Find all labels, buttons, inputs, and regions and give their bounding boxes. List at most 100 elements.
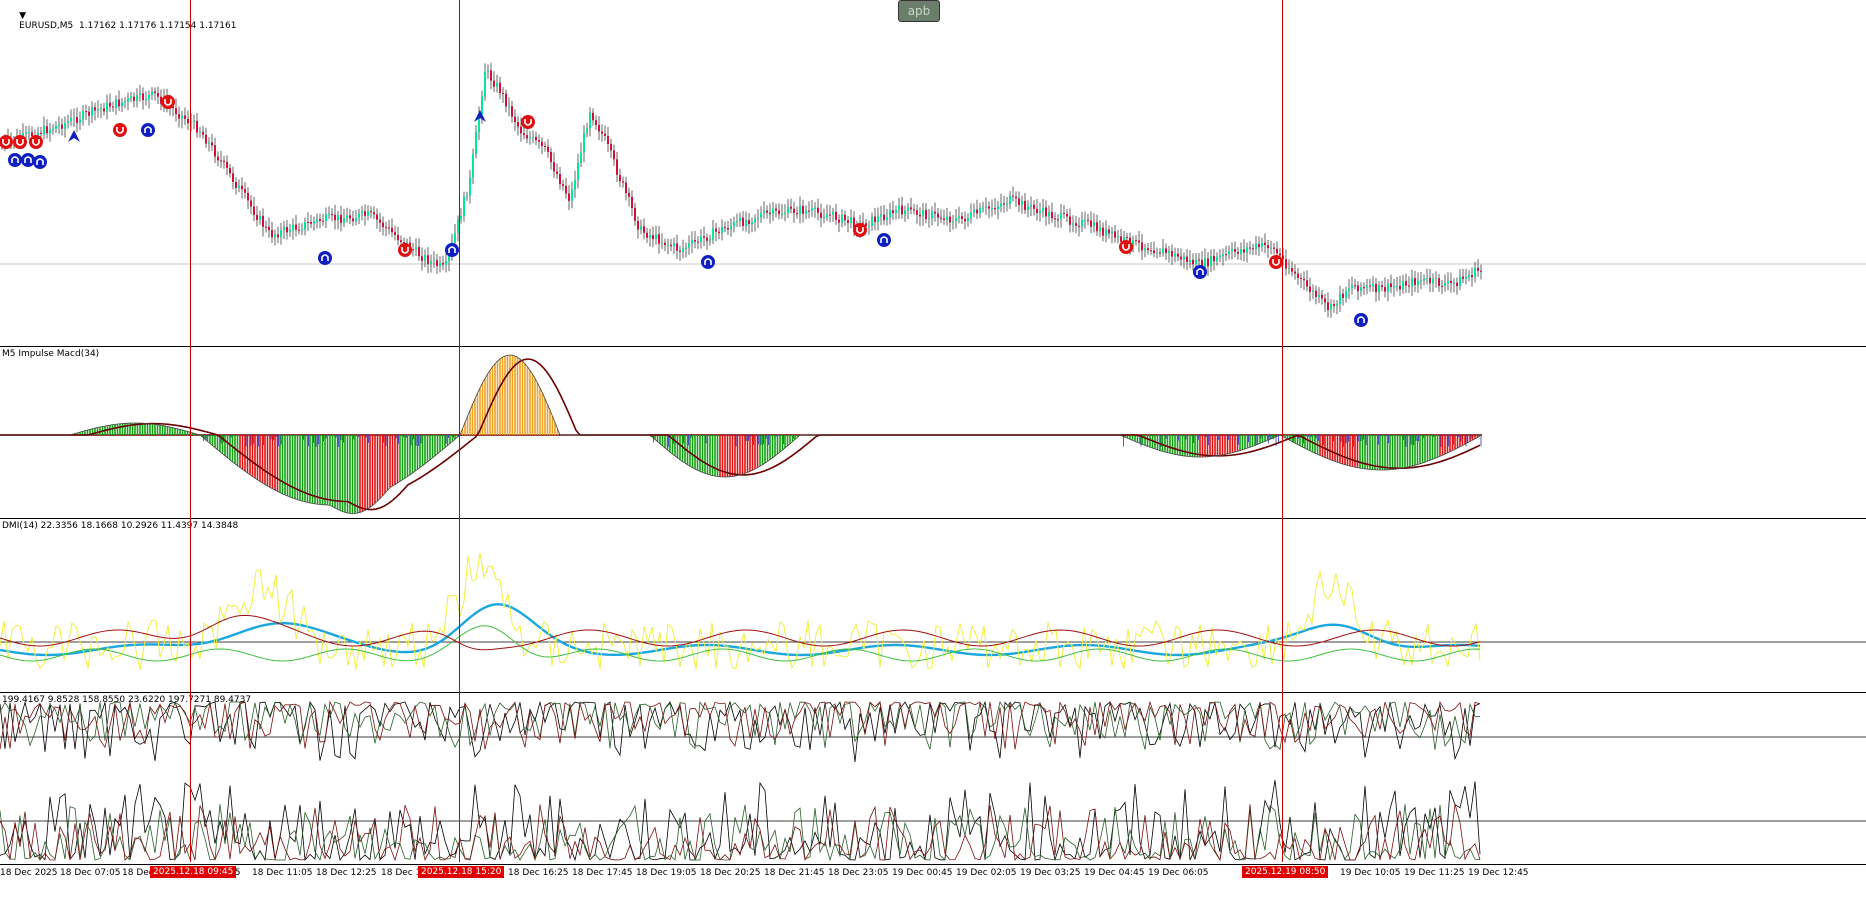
time-marker-tag: 2025.12.19 08:50 (1242, 866, 1329, 878)
candle-body (730, 226, 732, 230)
candle-body (1030, 204, 1032, 207)
candle-body (1288, 268, 1290, 270)
candle-body (823, 217, 825, 219)
candle-body (109, 102, 111, 107)
candle-body (745, 220, 747, 226)
candle-body (1453, 282, 1455, 284)
candle-body (922, 209, 924, 217)
apb-button[interactable]: apb (898, 0, 940, 22)
candle-body (706, 237, 708, 241)
candle-body (1234, 249, 1236, 252)
candle-body (382, 222, 384, 228)
candle-body (1300, 277, 1302, 279)
candle-body (28, 132, 30, 134)
candle-body (376, 214, 378, 220)
candle-body (370, 211, 372, 213)
candle-body (583, 132, 585, 153)
candle-body (187, 118, 189, 124)
candle-body (412, 249, 414, 251)
up-arrow-circle-icon (8, 153, 22, 167)
candle-body (586, 128, 588, 133)
candle-body (193, 120, 195, 123)
dmi-pane[interactable]: DMI(14) 22.3356 18.1668 10.2926 11.4397 … (0, 520, 1866, 692)
candle-body (1078, 225, 1080, 227)
candle-body (112, 106, 114, 108)
impulse-macd-pane[interactable]: M5 Impulse Macd(34) (0, 348, 1866, 518)
candle-body (1447, 280, 1449, 284)
triangle-down-icon[interactable]: ▼ (19, 11, 26, 21)
candle-body (238, 185, 240, 189)
candle-body (397, 234, 399, 241)
vertical-marker-line[interactable] (190, 0, 191, 862)
candle-body (961, 216, 963, 220)
pane-divider[interactable] (0, 692, 1866, 693)
candle-body (682, 248, 684, 252)
candle-body (1171, 251, 1173, 257)
candle-body (1084, 219, 1086, 221)
candle-body (700, 236, 702, 243)
candle-body (532, 136, 534, 138)
candle-body (1303, 278, 1305, 281)
candle-body (292, 224, 294, 231)
candle-body (925, 209, 927, 220)
time-axis-label: 19 Dec 00:45 (892, 868, 953, 878)
candle-body (322, 220, 324, 222)
candle-body (1090, 220, 1092, 227)
candle-body (658, 233, 660, 244)
candle-body (628, 192, 630, 197)
candle-body (154, 91, 156, 94)
candle-body (1417, 280, 1419, 285)
time-axis-label: 18 Dec 1 (381, 868, 422, 878)
candle-body (787, 206, 789, 214)
down-arrow-circle-icon (1119, 240, 1133, 254)
oscillator-pane[interactable]: 199.4167 9.8528 158.8550 23.6220 197.727… (0, 694, 1866, 864)
candle-body (454, 232, 456, 243)
candle-body (1297, 273, 1299, 278)
candle-body (1105, 229, 1107, 236)
candle-body (1444, 283, 1446, 287)
candle-body (361, 211, 363, 214)
candle-body (712, 228, 714, 240)
candle-body (736, 221, 738, 223)
candle-body (868, 225, 870, 227)
candle-body (1384, 287, 1386, 292)
candle-body (268, 226, 270, 231)
candle-body (724, 227, 726, 229)
pane-divider[interactable] (0, 346, 1866, 347)
candle-body (319, 218, 321, 221)
candle-body (799, 206, 801, 215)
candle-body (733, 222, 735, 227)
chart-window[interactable]: ▼ EURUSD,M5 1.17162 1.17176 1.17154 1.17… (0, 0, 1866, 914)
vertical-marker-line[interactable] (459, 0, 460, 862)
candle-body (982, 207, 984, 209)
candle-body (625, 182, 627, 193)
vertical-marker-line[interactable] (1282, 0, 1283, 862)
candle-body (1183, 256, 1185, 260)
candle-body (241, 185, 243, 190)
candle-body (1420, 280, 1422, 282)
candle-body (142, 93, 144, 101)
candle-body (757, 217, 759, 219)
candle-body (139, 93, 141, 96)
candle-body (304, 221, 306, 230)
candle-body (1003, 203, 1005, 205)
candle-body (196, 120, 198, 133)
candle-body (469, 177, 471, 196)
candle-body (709, 239, 711, 241)
symbol-header-text: EURUSD,M5 1.17162 1.17176 1.17154 1.1716… (19, 21, 237, 31)
candle-body (973, 209, 975, 213)
candle-body (445, 261, 447, 265)
price-pane[interactable]: ▼ EURUSD,M5 1.17162 1.17176 1.17154 1.17… (0, 0, 1866, 346)
candle-body (1159, 252, 1161, 254)
candle-body (808, 210, 810, 212)
candle-body (88, 111, 90, 116)
candle-body (430, 260, 432, 264)
candle-body (1102, 227, 1104, 236)
candle-body (820, 212, 822, 218)
candle-body (790, 206, 792, 209)
candle-body (1441, 285, 1443, 287)
candle-body (1150, 250, 1152, 252)
candle-body (1012, 195, 1014, 197)
candle-body (1270, 247, 1272, 249)
pane-divider[interactable] (0, 518, 1866, 519)
